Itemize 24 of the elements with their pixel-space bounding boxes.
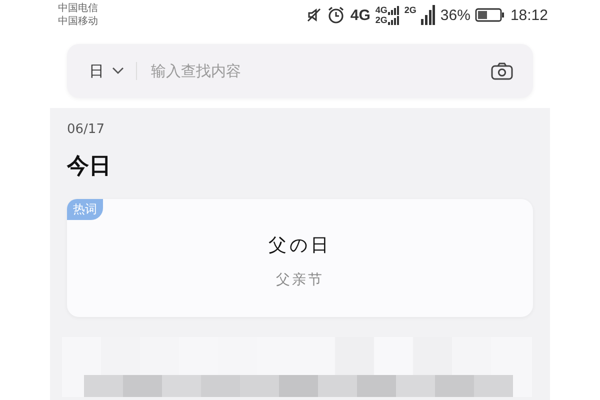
network-label: 2G: [404, 5, 416, 15]
signal-icon: [388, 5, 400, 15]
network-label: 4G: [375, 5, 388, 15]
signal-icon: [388, 15, 400, 25]
mute-icon: [306, 7, 322, 23]
card-subtitle: 父亲节: [276, 271, 324, 289]
hot-word-badge: 热词: [67, 199, 103, 220]
signal-icon: [421, 5, 436, 25]
clock-time: 18:12: [510, 6, 548, 24]
search-bar[interactable]: 日 输入查找内容: [67, 44, 533, 98]
carrier-name: 中国移动: [58, 15, 98, 28]
date-label: 06/17: [67, 122, 106, 137]
battery-percent: 36%: [440, 6, 470, 24]
chevron-down-icon: [112, 67, 124, 75]
network-label: 2G: [375, 15, 388, 25]
camera-icon: [491, 62, 513, 80]
network-label: 4G: [350, 6, 370, 24]
card-title: 父の日: [268, 234, 332, 257]
scope-dropdown[interactable]: 日: [89, 62, 124, 80]
alarm-icon: [327, 6, 346, 24]
battery-icon: [475, 8, 506, 22]
section-heading: 今日: [67, 153, 112, 181]
carrier-name: 中国电信: [58, 2, 98, 15]
hot-word-card[interactable]: 热词 父の日 父亲节: [67, 199, 533, 317]
